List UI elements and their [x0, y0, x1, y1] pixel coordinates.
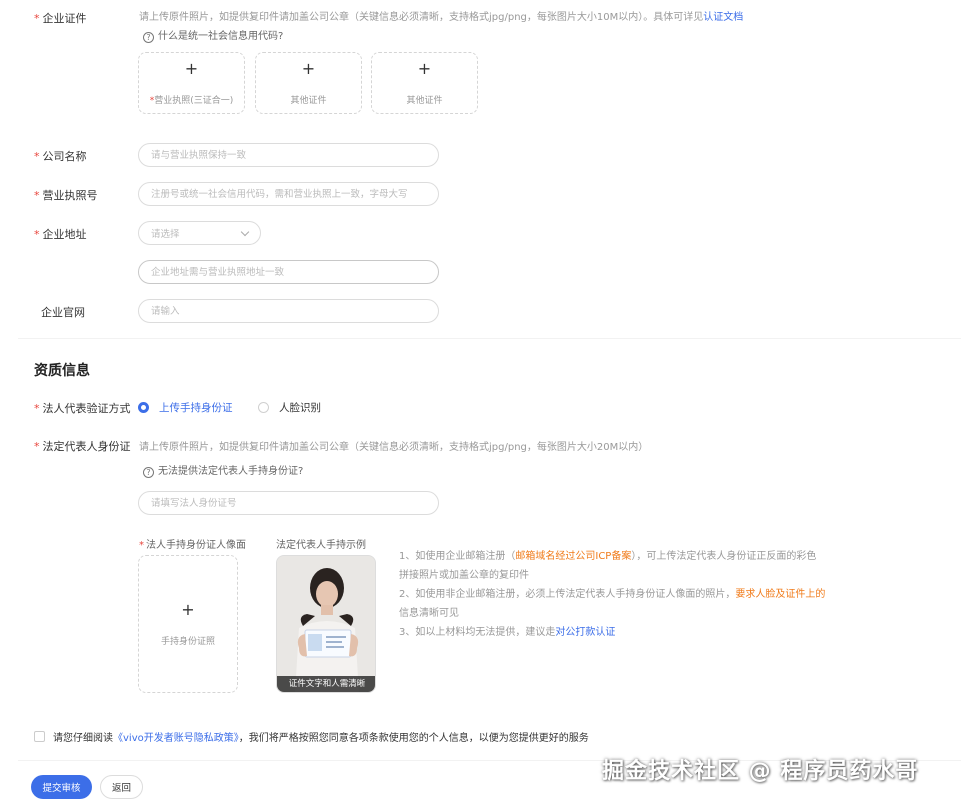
upload-other-cert-1[interactable]: + 其他证件 — [255, 52, 362, 114]
legal-id-label: * 法定代表人身份证 — [34, 440, 131, 453]
upload-caption: 其他证件 — [290, 95, 327, 106]
address-label: * 企业地址 — [34, 228, 87, 241]
example-photo: 证件文字和人需清晰 — [276, 555, 376, 693]
address-detail-input[interactable] — [138, 260, 439, 284]
upload-business-license[interactable]: + *营业执照(三证合一) — [138, 52, 245, 114]
region-select[interactable]: 请选择 — [138, 221, 261, 245]
radio-label: 人脸识别 — [279, 402, 321, 414]
cert-doc-link[interactable]: 认证文档 — [703, 12, 743, 23]
back-button[interactable]: 返回 — [100, 775, 143, 799]
plus-icon: + — [184, 58, 199, 78]
upload-caption: 其他证件 — [406, 95, 443, 106]
website-label: 企业官网 — [41, 306, 85, 319]
plus-icon: + — [181, 599, 195, 619]
plus-icon: + — [417, 58, 432, 78]
legal-id-hint: 请上传原件照片，如提供复印件请加盖公司公章（关键信息必须清晰，支持格式jpg/p… — [139, 442, 649, 453]
upload-hold-id[interactable]: + 手持身份证照 — [138, 555, 238, 693]
enterprise-cert-hint: 请上传原件照片，如提供复印件请加盖公司公章（关键信息必须清晰，支持格式jpg/p… — [139, 12, 744, 23]
agreement-row: 请您仔细阅读《vivo开发者账号隐私政策》，我们将严格按照您同意各项条款使用您的… — [34, 729, 589, 744]
person-holding-id-image — [277, 556, 375, 692]
submit-button[interactable]: 提交审核 — [31, 775, 92, 799]
qualification-title: 资质信息 — [34, 363, 90, 379]
company-name-label: * 公司名称 — [34, 150, 87, 163]
upload-other-cert-2[interactable]: + 其他证件 — [371, 52, 478, 114]
upload-caption: 手持身份证照 — [160, 636, 215, 647]
question-icon: ? — [143, 32, 154, 43]
upload-caption: *营业执照(三证合一) — [149, 95, 234, 106]
upload-notes: 1、如使用企业邮箱注册（邮箱域名经过公司ICP备案），可上传法定代表人身份证正反… — [399, 551, 826, 638]
no-id-question[interactable]: ? 无法提供法定代表人手持身份证? — [143, 462, 303, 478]
radio-label: 上传手持身份证 — [159, 402, 233, 414]
radio-checked-icon — [138, 402, 149, 413]
unified-code-question[interactable]: ? 什么是统一社会信息用代码? — [143, 27, 283, 43]
verify-method-label: * 法人代表验证方式 — [34, 402, 131, 415]
radio-unchecked-icon — [258, 402, 269, 413]
plus-icon: + — [301, 58, 316, 78]
website-input[interactable] — [138, 299, 439, 323]
example-caption: 证件文字和人需清晰 — [277, 676, 375, 692]
agreement-checkbox[interactable] — [34, 731, 45, 742]
company-name-input[interactable] — [138, 143, 439, 167]
chevron-down-icon — [240, 227, 250, 236]
section-divider — [18, 338, 961, 339]
radio-face-recognition[interactable]: 人脸识别 — [258, 400, 321, 415]
license-no-label: * 营业执照号 — [34, 189, 98, 202]
example-label: 法定代表人手持示例 — [276, 540, 366, 551]
agreement-text: 请您仔细阅读《vivo开发者账号隐私政策》，我们将严格按照您同意各项条款使用您的… — [53, 733, 589, 744]
enterprise-cert-label: * 企业证件 — [34, 12, 87, 25]
hold-id-label: * 法人手持身份证人像面 — [139, 540, 246, 551]
license-no-input[interactable] — [138, 182, 439, 206]
region-select-value: 请选择 — [151, 229, 180, 240]
watermark: 掘金技术社区 @ 程序员药水哥 — [602, 759, 919, 784]
public-transfer-link[interactable]: 对公打款认证 — [555, 627, 615, 638]
legal-id-input[interactable] — [138, 491, 439, 515]
radio-upload-id[interactable]: 上传手持身份证 — [138, 400, 233, 415]
privacy-policy-link[interactable]: 《vivo开发者账号隐私政策》 — [113, 733, 239, 744]
question-icon: ? — [143, 467, 154, 478]
